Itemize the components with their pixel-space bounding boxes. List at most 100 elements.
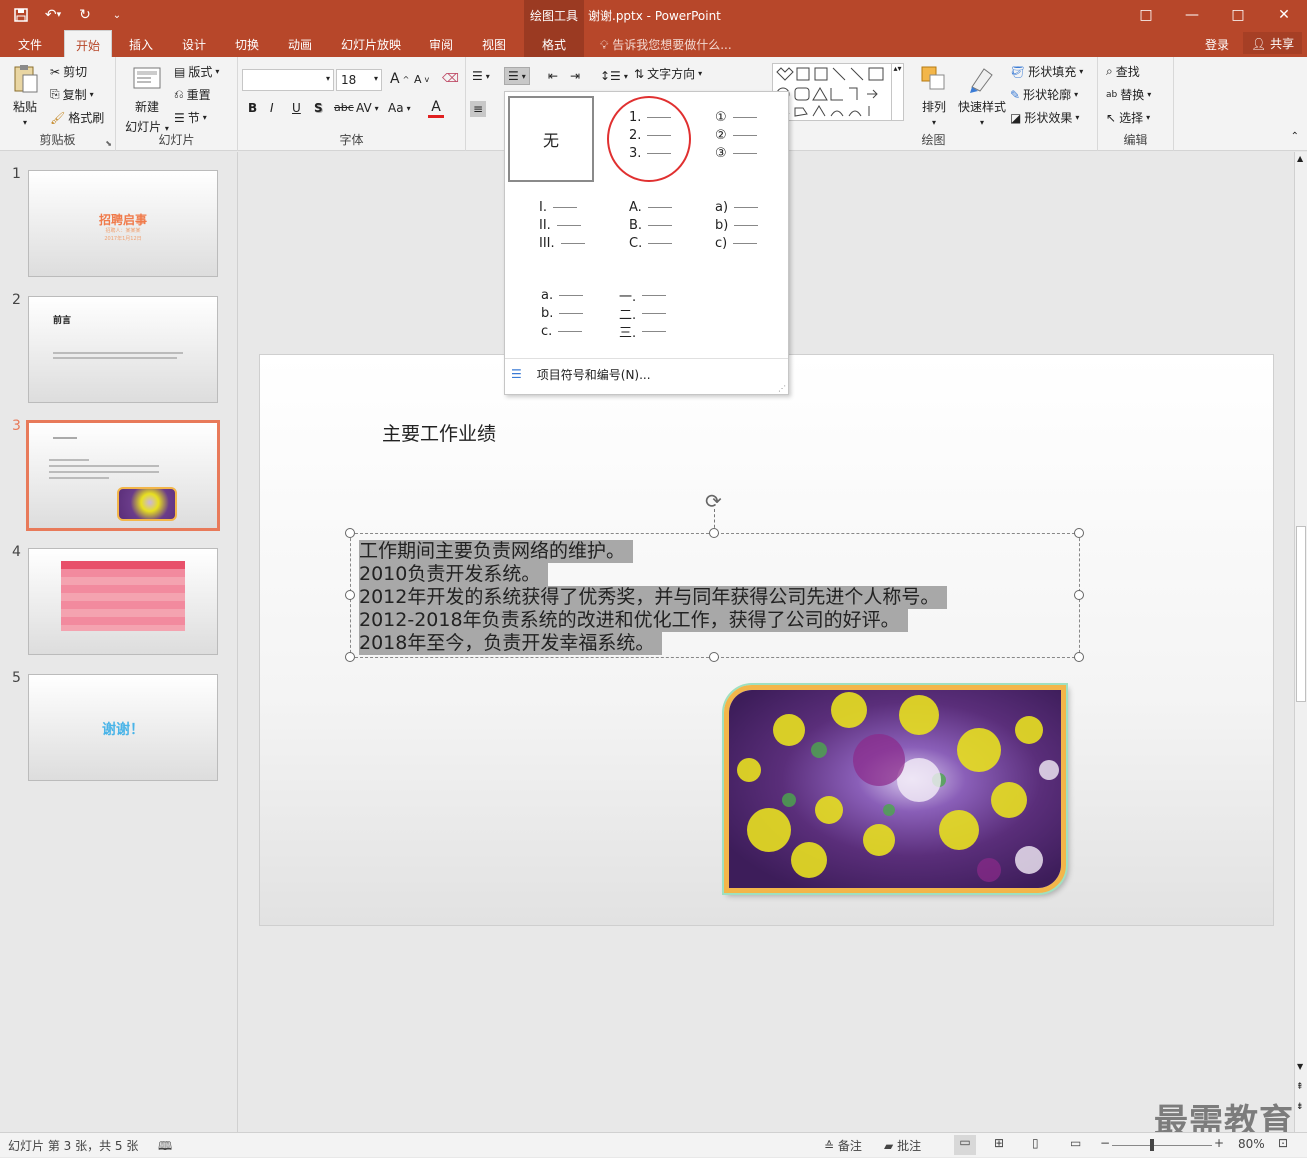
- fit-slide-icon[interactable]: ⊡: [1278, 1136, 1288, 1150]
- tab-insert[interactable]: 插入: [120, 30, 162, 57]
- spellcheck-icon[interactable]: 🕮︎: [158, 1137, 172, 1158]
- shape-outline-button[interactable]: ✎ 形状轮廓 ▾: [1010, 86, 1078, 103]
- numbering-option-alpha-upper[interactable]: A. B. C.: [603, 188, 689, 274]
- resize-handle[interactable]: [1074, 590, 1084, 600]
- share-button[interactable]: 👤︎ 共享: [1243, 32, 1303, 54]
- align-left-button[interactable]: ≡: [470, 101, 487, 117]
- slide-thumbnail-4[interactable]: [28, 548, 218, 655]
- shadow-button[interactable]: S: [314, 101, 323, 115]
- text-direction-button[interactable]: ⇅ 文字方向 ▾: [634, 65, 702, 82]
- tab-review[interactable]: 审阅: [420, 30, 462, 57]
- grow-font-button[interactable]: A ^: [390, 71, 409, 87]
- scrollbar-thumb[interactable]: [1296, 526, 1306, 702]
- dialog-launcher-icon[interactable]: ⬊: [105, 139, 112, 148]
- content-textbox[interactable]: 工作期间主要负责网络的维护。 2010负责开发系统。 2012年开发的系统获得了…: [350, 533, 1080, 658]
- zoom-slider[interactable]: [1112, 1145, 1212, 1146]
- tab-design[interactable]: 设计: [173, 30, 215, 57]
- slide-title[interactable]: 主要工作业绩: [382, 419, 496, 446]
- slide-thumbnail-2[interactable]: 前言: [28, 296, 218, 403]
- increase-indent-button[interactable]: ⇥: [570, 69, 580, 83]
- numbering-option-circled[interactable]: ① ② ③: [695, 98, 781, 184]
- maximize-button[interactable]: □: [1215, 0, 1261, 30]
- login-link[interactable]: 登录: [1205, 36, 1229, 53]
- resize-handle[interactable]: [345, 590, 355, 600]
- resize-handle[interactable]: [345, 652, 355, 662]
- bold-button[interactable]: B: [248, 101, 257, 115]
- tab-format[interactable]: 格式: [524, 30, 584, 57]
- char-spacing-button[interactable]: AV ▾: [356, 101, 379, 115]
- scroll-down-icon[interactable]: ▼: [1297, 1062, 1303, 1071]
- slideshow-icon[interactable]: ▭: [1070, 1136, 1081, 1150]
- collapse-ribbon-icon[interactable]: ⌃: [1291, 131, 1299, 142]
- line-spacing-button[interactable]: ↕☰ ▾: [600, 69, 628, 83]
- reading-view-icon[interactable]: ▯: [1032, 1136, 1039, 1150]
- content-line[interactable]: 2018年至今，负责开发幸福系统。: [359, 632, 663, 655]
- italic-button[interactable]: I: [270, 101, 274, 115]
- shape-effects-button[interactable]: ◪ 形状效果 ▾: [1010, 109, 1079, 126]
- content-line[interactable]: 2012年开发的系统获得了优秀奖，并与同年获得公司先进个人称号。: [359, 586, 948, 609]
- font-size-combo[interactable]: 18 ▾: [336, 69, 382, 91]
- quick-styles-button[interactable]: 快速样式 ▾: [956, 63, 1008, 127]
- resize-handle[interactable]: [345, 528, 355, 538]
- shrink-font-button[interactable]: Av: [414, 73, 429, 86]
- tab-home[interactable]: 开始: [64, 30, 112, 57]
- resize-handle[interactable]: [709, 528, 719, 538]
- numbering-none-option[interactable]: 无: [508, 96, 594, 182]
- slide-thumbnail-1[interactable]: 招聘启事 招聘人：某某某 2017年1月12日: [28, 170, 218, 277]
- tab-view[interactable]: 视图: [473, 30, 515, 57]
- undo-icon[interactable]: ↶ ▾: [40, 4, 66, 26]
- layout-button[interactable]: ▤ 版式 ▾: [174, 63, 219, 80]
- bullets-and-numbering-item[interactable]: ☰ 项目符号和编号(N)...: [511, 364, 651, 384]
- zoom-slider-thumb[interactable]: [1150, 1139, 1154, 1151]
- slide-thumbnail-5[interactable]: 谢谢！: [28, 674, 218, 781]
- font-color-button[interactable]: A: [428, 99, 444, 118]
- paste-button[interactable]: 粘贴 ▾: [8, 63, 42, 127]
- minimize-button[interactable]: —: [1169, 0, 1215, 30]
- resize-handle[interactable]: [709, 652, 719, 662]
- tab-slideshow[interactable]: 幻灯片放映: [333, 30, 409, 57]
- gallery-scroll-icon[interactable]: ▴▾: [891, 64, 903, 120]
- resize-handle[interactable]: [1074, 652, 1084, 662]
- content-line[interactable]: 2010负责开发系统。: [359, 563, 549, 586]
- numbering-button[interactable]: ☰ ▾: [504, 67, 530, 85]
- underline-button[interactable]: U: [292, 101, 301, 115]
- slide-canvas[interactable]: 主要工作业绩 ⟳ 工作期间主要负责网络的维护。 2010负责开发系统。 2012…: [259, 354, 1274, 926]
- cut-button[interactable]: ✂ 剪切: [50, 63, 87, 80]
- tab-animations[interactable]: 动画: [279, 30, 321, 57]
- redo-icon[interactable]: ↻: [72, 4, 98, 26]
- previous-slide-icon[interactable]: ⇞: [1296, 1082, 1304, 1092]
- numbering-option-chinese[interactable]: 一. 二. 三.: [603, 276, 689, 362]
- next-slide-icon[interactable]: ⇟: [1296, 1102, 1304, 1112]
- numbering-option-roman-upper[interactable]: I. II. III.: [513, 188, 599, 274]
- comments-button[interactable]: ▰ 批注: [884, 1137, 921, 1154]
- numbering-option-alpha-paren[interactable]: a) b) c): [695, 188, 781, 274]
- content-line[interactable]: 工作期间主要负责网络的维护。: [359, 540, 634, 563]
- tab-transitions[interactable]: 切换: [226, 30, 268, 57]
- close-button[interactable]: ✕: [1261, 0, 1307, 30]
- font-name-combo[interactable]: ▾: [242, 69, 334, 91]
- tell-me-box[interactable]: 💡︎ 告诉我您想要做什么...: [600, 36, 732, 53]
- new-slide-button[interactable]: 新建 幻灯片 ▾: [122, 63, 172, 135]
- format-painter-button[interactable]: 🖌︎ 格式刷: [50, 109, 104, 126]
- normal-view-icon[interactable]: ▭: [954, 1135, 976, 1155]
- zoom-in-icon[interactable]: +: [1214, 1136, 1224, 1150]
- zoom-out-icon[interactable]: −: [1100, 1136, 1110, 1150]
- find-button[interactable]: ⌕ 查找: [1106, 63, 1140, 80]
- save-icon[interactable]: [8, 4, 34, 26]
- tab-file[interactable]: 文件: [8, 30, 52, 57]
- resize-grip-icon[interactable]: ⋰: [778, 384, 786, 393]
- strikethrough-button[interactable]: abc: [334, 101, 354, 114]
- zoom-level[interactable]: 80%: [1238, 1137, 1265, 1151]
- bullets-button[interactable]: ☰ ▾: [472, 69, 490, 83]
- vertical-scrollbar[interactable]: ▲ ▼ ⇞ ⇟: [1294, 152, 1307, 1132]
- shape-fill-button[interactable]: 🪣︎ 形状填充 ▾: [1010, 63, 1083, 80]
- change-case-button[interactable]: Aa ▾: [388, 101, 411, 115]
- numbering-option-alpha-lower[interactable]: a. b. c.: [513, 276, 599, 362]
- decrease-indent-button[interactable]: ⇤: [548, 69, 558, 83]
- flower-picture[interactable]: [724, 685, 1066, 893]
- notes-button[interactable]: ≙ 备注: [824, 1137, 862, 1154]
- clear-format-button[interactable]: ⌫: [442, 71, 459, 85]
- copy-button[interactable]: ⎘ 复制 ▾: [50, 86, 94, 103]
- select-button[interactable]: ↖ 选择 ▾: [1106, 109, 1150, 126]
- shapes-gallery[interactable]: ▴▾: [772, 63, 904, 121]
